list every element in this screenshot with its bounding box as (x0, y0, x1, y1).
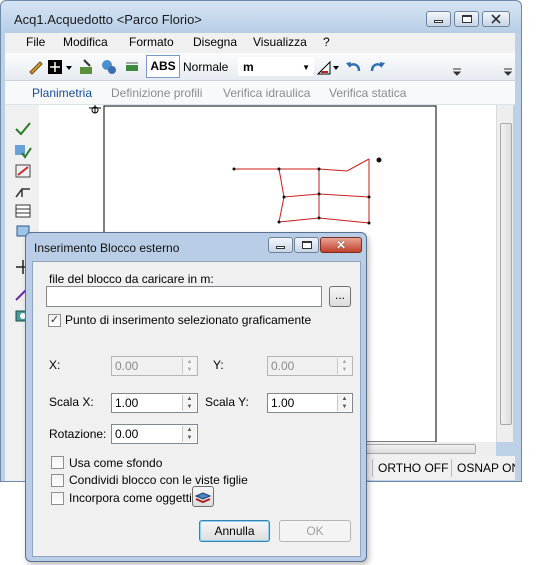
browse-button[interactable]: ... (329, 286, 351, 307)
vertical-scrollbar[interactable] (496, 105, 513, 442)
scale-y-value: 1.00 (271, 396, 295, 410)
embed-objects-label: Incorpora come oggetti (69, 491, 192, 505)
object-properties-icon[interactable] (100, 58, 118, 76)
menu-file[interactable]: File (26, 35, 45, 49)
scale-y-input[interactable]: 1.00 ▲ ▼ (267, 393, 353, 413)
rotation-input[interactable]: 0.00 ▲ ▼ (111, 424, 198, 444)
y-spinner: ▲ ▼ (337, 358, 351, 374)
line-weight-icon[interactable] (123, 58, 141, 76)
x-input: 0.00 ▲ ▼ (111, 356, 198, 376)
scale-y-label: Scala Y: (205, 395, 249, 409)
ok-button[interactable]: OK (279, 520, 351, 542)
use-background-label: Usa come sfondo (69, 456, 163, 470)
rotation-label: Rotazione: (49, 427, 107, 441)
menu-bar: File Modifica Formato Disegna Visualizza… (5, 33, 515, 53)
layers-icon (194, 492, 212, 504)
y-value: 0.00 (271, 359, 295, 373)
style-label: Normale (183, 60, 229, 74)
menu-visualizza[interactable]: Visualizza (253, 35, 307, 49)
tab-verifica-statica[interactable]: Verifica statica (329, 86, 406, 100)
redo-icon[interactable] (368, 58, 386, 76)
node-edit-icon[interactable] (14, 163, 32, 179)
toolbar-overflow-icon[interactable] (452, 67, 462, 77)
close-button[interactable] (482, 11, 510, 27)
vertical-scroll-thumb[interactable] (500, 123, 512, 425)
ortho-status[interactable]: ORTHO OFF (378, 461, 448, 475)
maximize-icon (461, 15, 472, 23)
cancel-button[interactable]: Annulla (199, 520, 270, 542)
share-block-label: Condividi blocco con le viste figlie (69, 473, 248, 487)
rotation-value: 0.00 (115, 427, 139, 441)
layers-brush-icon[interactable] (78, 58, 96, 76)
x-label: X: (49, 358, 61, 372)
abs-toggle-button[interactable]: ABS (146, 55, 180, 78)
undo-icon[interactable] (345, 58, 363, 76)
dialog-title: Inserimento Blocco esterno (34, 241, 180, 255)
scale-x-spinner[interactable]: ▲ ▼ (182, 395, 196, 411)
network-drawing (234, 158, 370, 224)
select-check-icon[interactable] (14, 121, 32, 137)
scale-x-input[interactable]: 1.00 ▲ ▼ (111, 393, 198, 413)
y-label: Y: (213, 358, 224, 372)
snap-point-icon[interactable] (47, 58, 73, 76)
pipe-network-icon[interactable] (14, 183, 32, 199)
main-titlebar[interactable]: Acq1.Acquedotto <Parco Florio> (1, 1, 521, 33)
close-icon: ✕ (335, 238, 347, 252)
x-spinner: ▲ ▼ (182, 358, 196, 374)
x-value: 0.00 (115, 359, 139, 373)
list-table-icon[interactable] (14, 203, 32, 219)
maximize-icon (301, 241, 312, 249)
file-path-input[interactable] (46, 286, 322, 307)
minimize-button[interactable] (426, 11, 451, 27)
dimension-icon[interactable] (316, 58, 340, 76)
menu-modifica[interactable]: Modifica (63, 35, 108, 49)
dialog-minimize-button[interactable] (268, 237, 293, 253)
menu-disegna[interactable]: Disegna (193, 35, 237, 49)
scale-x-label: Scala X: (49, 395, 94, 409)
insert-point-label: Punto di inserimento selezionato grafica… (65, 313, 312, 327)
use-background-checkbox[interactable] (51, 456, 64, 469)
tab-planimetria[interactable]: Planimetria (32, 86, 92, 100)
chevron-down-icon: ▼ (302, 63, 310, 72)
dialog-close-button[interactable]: ✕ (320, 237, 362, 253)
share-block-checkbox[interactable] (51, 474, 64, 487)
insert-block-dialog: Inserimento Blocco esterno ✕ file del bl… (25, 232, 367, 562)
osnap-status[interactable]: OSNAP ON (457, 461, 515, 475)
scale-y-spinner[interactable]: ▲ ▼ (337, 395, 351, 411)
network-nodes (232, 157, 382, 225)
maximize-button[interactable] (454, 11, 479, 27)
toolbar: ABS Normale m ▼ (5, 53, 515, 81)
close-icon (491, 14, 501, 24)
rotation-spinner[interactable]: ▲ ▼ (182, 426, 196, 442)
unit-value: m (243, 60, 254, 74)
minimize-icon (434, 20, 443, 23)
verify-icon[interactable] (14, 143, 32, 159)
window-title: Acq1.Acquedotto <Parco Florio> (14, 12, 202, 27)
menu-formato[interactable]: Formato (129, 35, 174, 49)
toolbar-overflow-icon-2[interactable] (503, 67, 513, 77)
minimize-icon (276, 246, 285, 249)
embed-layers-button[interactable] (192, 486, 214, 507)
origin-marker-icon (89, 105, 101, 114)
dialog-maximize-button[interactable] (294, 237, 319, 253)
view-tabs: Planimetria Definizione profili Verifica… (5, 81, 515, 105)
y-input: 0.00 ▲ ▼ (267, 356, 353, 376)
unit-select[interactable]: m ▼ (238, 57, 314, 76)
tab-verifica-idraulica[interactable]: Verifica idraulica (223, 86, 310, 100)
menu-help[interactable]: ? (323, 35, 330, 49)
file-label: file del blocco da caricare in m: (49, 272, 214, 286)
pencil-icon[interactable] (27, 58, 45, 76)
scale-x-value: 1.00 (115, 396, 139, 410)
tab-definizione-profili[interactable]: Definizione profili (111, 86, 202, 100)
dialog-body: file del blocco da caricare in m: ... ✓ … (32, 261, 361, 557)
insert-point-checkbox[interactable]: ✓ (48, 314, 61, 327)
embed-objects-checkbox[interactable] (51, 492, 64, 505)
